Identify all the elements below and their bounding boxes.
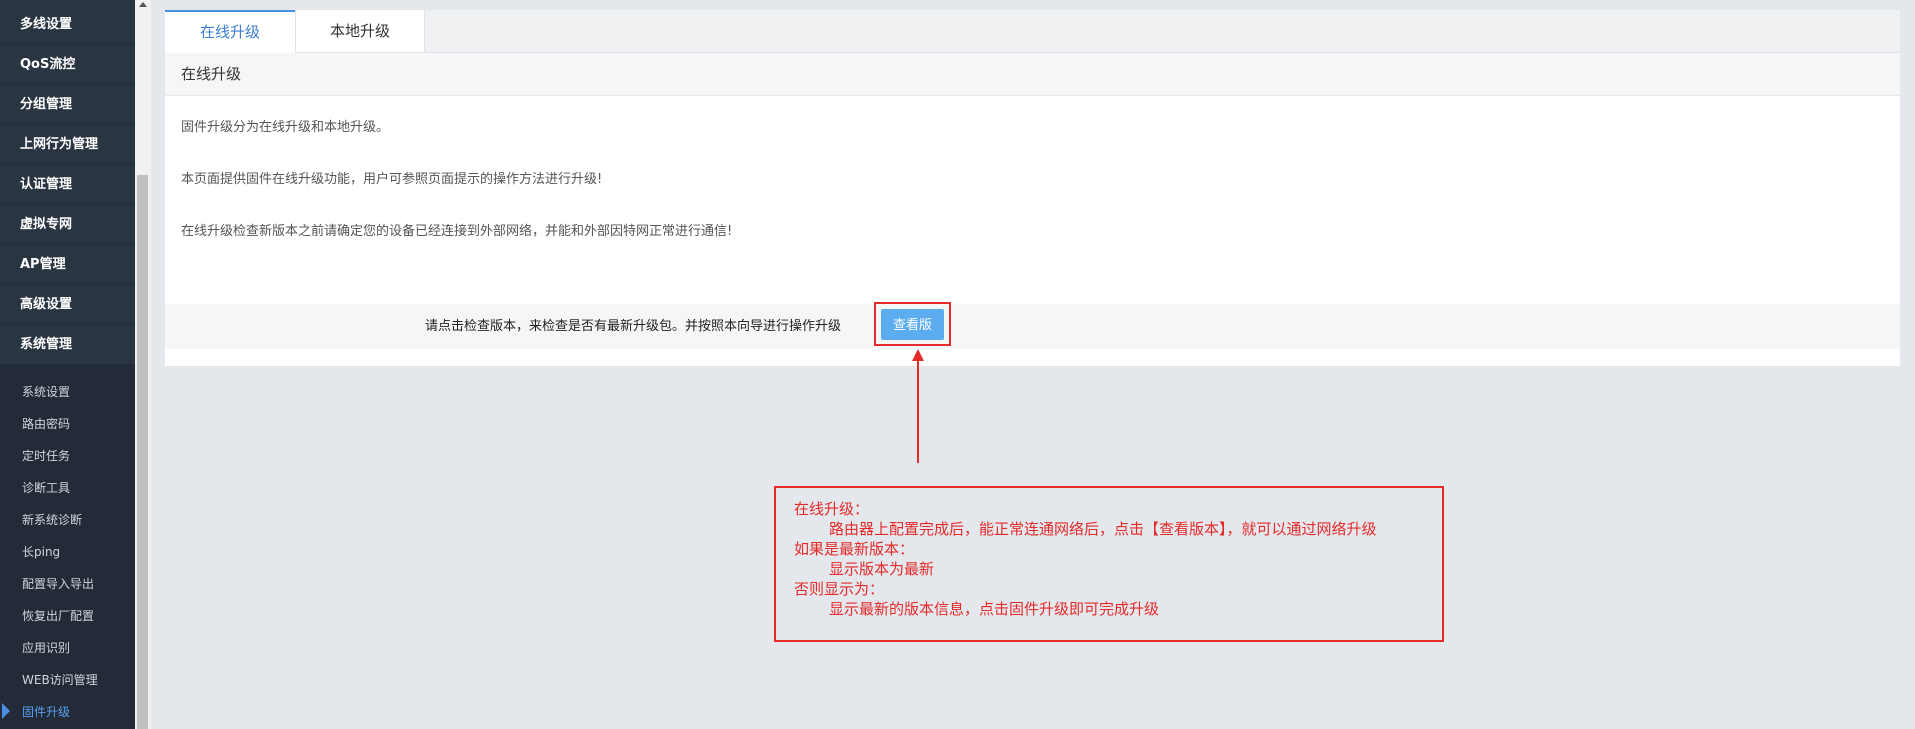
sub-item-diagnostic-tools[interactable]: 诊断工具 (0, 472, 135, 504)
annotation-line: 显示版本为最新 (829, 560, 935, 578)
menu-item-system[interactable]: 系统管理 (0, 325, 135, 365)
description-line: 固件升级分为在线升级和本地升级。 (181, 120, 390, 135)
tab-bar: 在线升级 本地升级 (165, 10, 1900, 53)
sub-item-factory-reset[interactable]: 恢复出厂配置 (0, 600, 135, 632)
sub-item-new-diagnosis[interactable]: 新系统诊断 (0, 504, 135, 536)
sidebar: 多线设置 QoS流控 分组管理 上网行为管理 认证管理 虚拟专网 AP管理 高级… (0, 0, 135, 729)
menu-item-auth[interactable]: 认证管理 (0, 165, 135, 205)
sub-item-config-import-export[interactable]: 配置导入导出 (0, 568, 135, 600)
sidebar-scrollbar[interactable] (135, 0, 151, 729)
menu-item-qos[interactable]: QoS流控 (0, 45, 135, 85)
scrollbar-thumb[interactable] (137, 175, 148, 729)
annotation-line: 在线升级： (794, 500, 870, 518)
menu-item-ap[interactable]: AP管理 (0, 245, 135, 285)
action-bar: 请点击检查版本，来检查是否有最新升级包。并按照本向导进行操作升级 查看版本 (165, 302, 1900, 364)
menu-item-group[interactable]: 分组管理 (0, 85, 135, 125)
check-prompt-text: 请点击检查版本，来检查是否有最新升级包。并按照本向导进行操作升级 (425, 319, 842, 334)
scroll-up-icon[interactable] (139, 2, 147, 7)
annotation-line: 如果是最新版本： (794, 540, 915, 558)
sub-item-router-password[interactable]: 路由密码 (0, 408, 135, 440)
menu-item-vpn[interactable]: 虚拟专网 (0, 205, 135, 245)
menu-item-behavior[interactable]: 上网行为管理 (0, 125, 135, 165)
sub-item-app-recognition[interactable]: 应用识别 (0, 632, 135, 664)
sub-item-web-access[interactable]: WEB访问管理 (0, 664, 135, 696)
sub-item-system-settings[interactable]: 系统设置 (0, 376, 135, 408)
main-panel: 在线升级 本地升级 在线升级 固件升级分为在线升级和本地升级。 本页面提供固件在… (165, 10, 1900, 366)
sub-item-scheduled-tasks[interactable]: 定时任务 (0, 440, 135, 472)
section-title: 在线升级 (165, 53, 1900, 96)
tab-online-upgrade[interactable]: 在线升级 (165, 10, 295, 53)
annotation-box: 在线升级： 路由器上配置完成后，能正常连通网络后，点击【查看版本】，就可以通过网… (774, 486, 1444, 642)
menu-item-advanced[interactable]: 高级设置 (0, 285, 135, 325)
menu-item-multiline[interactable]: 多线设置 (0, 5, 135, 45)
annotation-arrow-line (917, 358, 919, 463)
sub-item-firmware-upgrade[interactable]: 固件升级 (0, 696, 135, 728)
annotation-line: 显示最新的版本信息，点击固件升级即可完成升级 (829, 600, 1160, 618)
check-version-button[interactable]: 查看版本 (881, 309, 944, 364)
active-indicator-icon (2, 703, 10, 719)
annotation-line: 否则显示为： (794, 580, 885, 598)
annotation-line: 路由器上配置完成后，能正常连通网络后，点击【查看版本】，就可以通过网络升级 (829, 520, 1377, 538)
sub-item-long-ping[interactable]: 长ping (0, 536, 135, 568)
description-line: 在线升级检查新版本之前请确定您的设备已经连接到外部网络，并能和外部因特网正常进行… (181, 224, 733, 239)
description-line: 本页面提供固件在线升级功能，用户可参照页面提示的操作方法进行升级! (181, 172, 603, 187)
tab-local-upgrade[interactable]: 本地升级 (295, 10, 425, 52)
